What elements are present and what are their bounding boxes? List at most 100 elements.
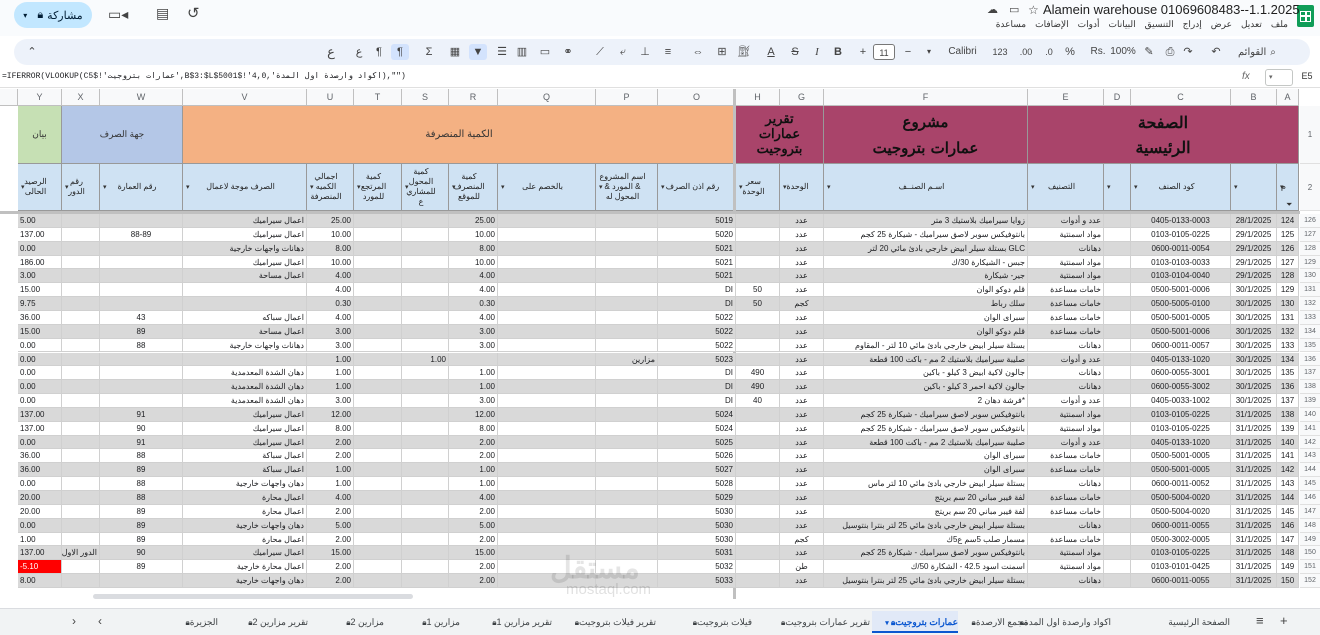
cell-building-no[interactable] [100, 574, 183, 588]
cell-item-name[interactable]: بانتوفيكس سوبر لاصق سيراميك - شيكارة 25 … [824, 407, 1028, 422]
cell-unit[interactable]: عدد [780, 407, 824, 422]
cell-project[interactable] [596, 283, 658, 298]
cell-d[interactable] [1104, 255, 1131, 270]
cell-d[interactable] [1104, 283, 1131, 298]
cell-floor-no[interactable] [62, 449, 100, 464]
cell-category[interactable]: مواد اسمنتية [1028, 227, 1104, 242]
cell-item-code[interactable]: 0600-0011-0055 [1131, 574, 1231, 588]
sheet-tab[interactable]: الصفحة الرئيسية [1112, 611, 1230, 633]
zoom-select[interactable]: 100% [1108, 44, 1138, 60]
row-header[interactable]: 136 [1300, 352, 1320, 367]
cell-item-name[interactable]: جالون لاكية ابيض 3 كيلو - باكين [824, 366, 1028, 381]
history-icon[interactable]: ↺ [187, 4, 200, 22]
insert-chart-icon[interactable]: ▥ [514, 44, 530, 60]
cell-d[interactable] [1104, 394, 1131, 408]
comments-icon[interactable]: ▤ [156, 5, 169, 22]
cell-serial[interactable]: 137 [1277, 394, 1299, 408]
filter-dropdown-icon[interactable]: ▾ [1031, 183, 1035, 191]
column-header-c[interactable]: C [1131, 89, 1231, 106]
cell-floor-no[interactable] [62, 380, 100, 395]
menu-file[interactable]: ملف [1271, 19, 1288, 31]
cell-total-spent[interactable]: 1.00 [307, 366, 354, 381]
cell-item-name[interactable]: سبراى الوان [824, 463, 1028, 478]
filter-dropdown-icon[interactable]: ▾ [452, 183, 456, 191]
cell-total-spent[interactable]: 4.00 [307, 310, 354, 325]
cell-serial[interactable]: 128 [1277, 269, 1299, 284]
filter-dropdown-icon[interactable]: ▾ [1134, 183, 1138, 191]
cell-qty-return[interactable] [354, 380, 402, 395]
cell-balance[interactable]: 0.00 [18, 380, 62, 395]
menu-tools[interactable]: أدوات [1078, 19, 1100, 31]
cell-qty-return[interactable] [354, 310, 402, 325]
cell-item-code[interactable]: 0500-5004-0020 [1131, 504, 1231, 519]
fill-color-icon[interactable]: ⛽︎ [736, 44, 752, 60]
cell-permit-no[interactable]: 5021 [658, 255, 736, 270]
cell-permit-no[interactable]: DI [658, 297, 736, 311]
cell-floor-no[interactable] [62, 324, 100, 339]
cell-qty-return[interactable] [354, 255, 402, 270]
cell-item-code[interactable]: 0500-5005-0100 [1131, 297, 1231, 311]
field-header-d-empty[interactable]: ▾ [1104, 164, 1131, 211]
cell-qty-site[interactable]: 2.00 [449, 560, 498, 575]
cell-deduct-on[interactable] [498, 255, 596, 270]
cell-category[interactable]: عدد و أدوات [1028, 435, 1104, 450]
cell-balance[interactable]: 36.00 [18, 463, 62, 478]
cell-d[interactable] [1104, 324, 1131, 339]
cell-serial[interactable]: 124 [1277, 214, 1299, 228]
cell-total-spent[interactable]: 2.00 [307, 504, 354, 519]
cell-balance[interactable]: 0.00 [18, 338, 62, 353]
cell-category[interactable]: دهانات [1028, 241, 1104, 256]
sheet-tab[interactable]: الجزيرة🔒︎ [130, 611, 218, 633]
column-header-u[interactable]: U [307, 89, 354, 106]
cell-building-no[interactable]: 89 [100, 463, 183, 478]
cell-spend-for[interactable]: اعمال سيراميك [183, 214, 307, 228]
cell-item-name[interactable]: بستلة سيلر ابيض خارجي بادئ مائي 25 لتر ب… [824, 574, 1028, 588]
row-header[interactable]: 142 [1300, 435, 1320, 450]
column-header-b[interactable]: B [1231, 89, 1277, 106]
cell-date[interactable]: 31/1/2025 [1231, 421, 1277, 436]
cell-permit-no[interactable]: 5022 [658, 324, 736, 339]
row-header[interactable]: 150 [1300, 546, 1320, 561]
cell-d[interactable] [1104, 518, 1131, 533]
cell-serial[interactable]: 147 [1277, 532, 1299, 547]
cell-building-no[interactable] [100, 394, 183, 408]
cell-total-spent[interactable]: 3.00 [307, 394, 354, 408]
filter-dropdown-icon[interactable]: ▾ [599, 183, 603, 191]
cell-date[interactable]: 31/1/2025 [1231, 463, 1277, 478]
cell-balance[interactable]: 1.00 [18, 532, 62, 547]
cell-project[interactable] [596, 532, 658, 547]
menu-help[interactable]: مساعدة [996, 19, 1026, 31]
cell-item-name[interactable]: بستلة سيلر ابيض خارجي بادئ مائي 25 لتر ب… [824, 518, 1028, 533]
print-icon[interactable]: ⎙ [1161, 44, 1179, 60]
cell-qty-site[interactable]: 4.00 [449, 283, 498, 298]
cell-deduct-on[interactable] [498, 338, 596, 353]
cell-item-code[interactable]: 0600-0011-0057 [1131, 338, 1231, 353]
cell-qty-return[interactable] [354, 421, 402, 436]
sheet-tab[interactable]: تقرير فيلات بتروجيت🔒︎ [554, 611, 656, 633]
cell-floor-no[interactable] [62, 407, 100, 422]
cell-unit-price[interactable] [736, 574, 780, 588]
cell-unit-price[interactable]: 50 [736, 283, 780, 298]
cell-balance[interactable]: 137.00 [18, 546, 62, 561]
cell-total-spent[interactable]: 10.00 [307, 255, 354, 270]
sheet-tab[interactable]: تقرير عمارات بتروجيت🔒︎ [754, 611, 870, 633]
table-icon[interactable]: ▦ [447, 44, 463, 60]
cell-project[interactable] [596, 255, 658, 270]
cell-deduct-on[interactable] [498, 214, 596, 228]
cell-item-name[interactable]: صليبة سيراميك بلاستيك 2 مم - باكت 100 قط… [824, 352, 1028, 367]
cell-total-spent[interactable]: 8.00 [307, 421, 354, 436]
cell-qty-site[interactable]: 8.00 [449, 421, 498, 436]
cell-spend-for[interactable]: اعمال سباكة [183, 449, 307, 464]
cell-deduct-on[interactable] [498, 324, 596, 339]
cell-deduct-on[interactable] [498, 269, 596, 284]
cell-qty-site[interactable]: 0.30 [449, 297, 498, 311]
cell-total-spent[interactable]: 2.00 [307, 435, 354, 450]
cell-item-name[interactable]: جير- شيكارة [824, 269, 1028, 284]
filter-dropdown-icon[interactable]: ▾ [1107, 183, 1111, 191]
cell-project[interactable] [596, 297, 658, 311]
menus-search[interactable]: القوائم ⌕ [1238, 42, 1306, 62]
cell-project[interactable] [596, 435, 658, 450]
cell-balance[interactable]: 137.00 [18, 421, 62, 436]
cell-unit-price[interactable] [736, 407, 780, 422]
cell-item-name[interactable]: قلم دوكو الوان [824, 283, 1028, 298]
